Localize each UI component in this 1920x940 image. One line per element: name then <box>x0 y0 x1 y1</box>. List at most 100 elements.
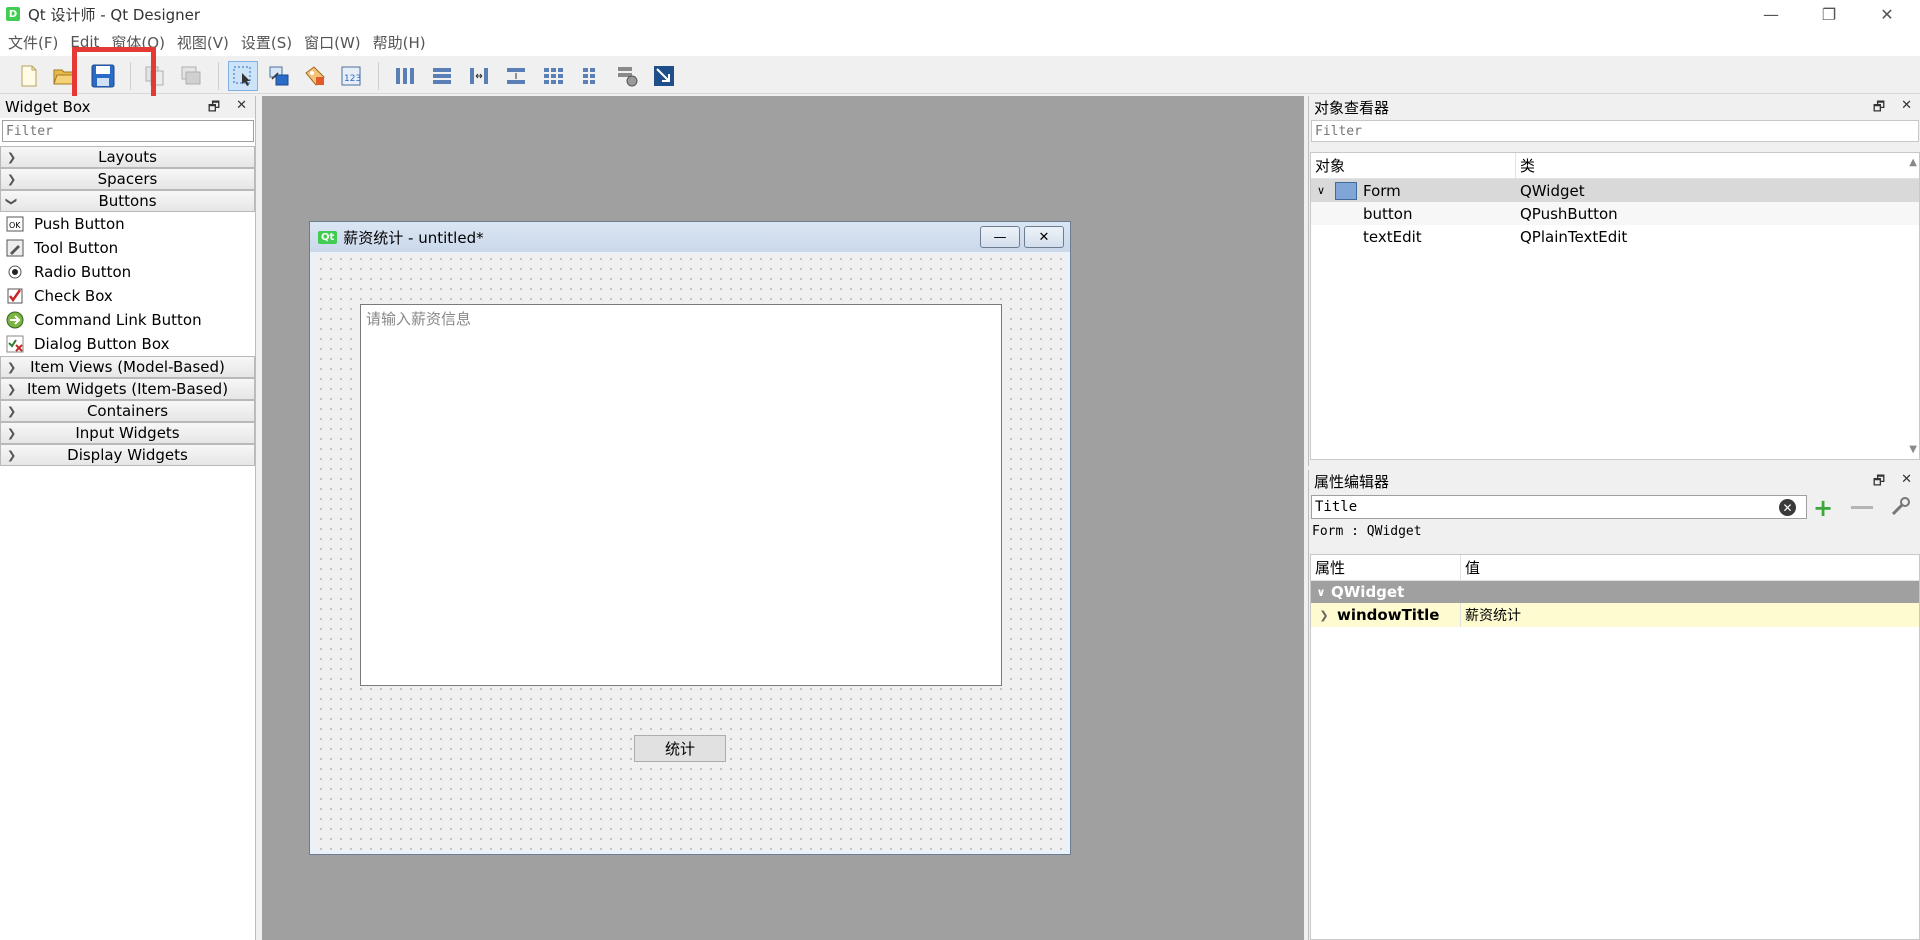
column-header-property[interactable]: 属性 <box>1311 555 1461 580</box>
adjust-size-icon[interactable] <box>649 61 679 91</box>
svg-text:OK: OK <box>9 221 21 230</box>
layout-vertical-icon[interactable] <box>427 61 457 91</box>
chevron-right-icon: ❯ <box>7 448 17 462</box>
menu-help[interactable]: 帮助(H) <box>367 32 432 53</box>
category-item-widgets[interactable]: ❯ Item Widgets (Item-Based) <box>0 378 255 400</box>
tree-row-textedit[interactable]: textEdit QPlainTextEdit <box>1311 225 1919 248</box>
radio-button-icon <box>6 263 24 281</box>
form-close-button[interactable]: ✕ <box>1024 226 1064 248</box>
cascade-icon[interactable] <box>176 61 206 91</box>
column-header-class[interactable]: 类 <box>1516 153 1535 178</box>
category-input-widgets[interactable]: ❯ Input Widgets <box>0 422 255 444</box>
menu-settings[interactable]: 设置(S) <box>235 32 298 53</box>
layout-form-icon[interactable] <box>575 61 605 91</box>
svg-text:123: 123 <box>344 74 361 84</box>
property-table-header: 属性 值 <box>1311 555 1919 581</box>
float-icon[interactable]: 🗗 <box>1873 472 1885 494</box>
break-layout-icon[interactable] <box>612 61 642 91</box>
check-box-icon <box>6 287 24 305</box>
add-property-icon[interactable]: + <box>1813 494 1833 522</box>
statistics-button[interactable]: 统计 <box>634 735 726 762</box>
form-widget-icon <box>1335 181 1357 200</box>
widget-item-label: Command Link Button <box>34 311 202 329</box>
main-toolbar: 123 <box>0 56 1920 94</box>
widget-dialog-button-box[interactable]: Dialog Button Box <box>0 332 255 356</box>
widget-check-box[interactable]: Check Box <box>0 284 255 308</box>
property-name: windowTitle <box>1337 606 1440 624</box>
widget-filter-input[interactable] <box>2 120 254 142</box>
category-containers[interactable]: ❯ Containers <box>0 400 255 422</box>
form-titlebar[interactable]: Qt 薪资统计 - untitled* — ✕ <box>310 222 1070 252</box>
close-icon[interactable]: ✕ <box>236 98 247 120</box>
category-spacers[interactable]: ❯ Spacers <box>0 168 255 190</box>
qt-designer-logo-icon: D <box>6 7 20 21</box>
edit-buddies-icon[interactable] <box>300 61 330 91</box>
widget-tool-button[interactable]: Tool Button <box>0 236 255 260</box>
property-value[interactable]: 薪资统计 <box>1461 603 1521 627</box>
widget-item-label: Check Box <box>34 287 113 305</box>
property-search-input[interactable]: Title <box>1311 495 1807 519</box>
category-label: Input Widgets <box>75 424 180 442</box>
form-preview-window[interactable]: Qt 薪资统计 - untitled* — ✕ 请输入薪资信息 统计 <box>309 221 1071 855</box>
layout-horizontal-splitter-icon[interactable] <box>464 61 494 91</box>
configure-icon[interactable] <box>1889 496 1913 522</box>
menu-file[interactable]: 文件(F) <box>2 32 64 53</box>
float-icon[interactable]: 🗗 <box>1873 98 1885 120</box>
qt-logo-icon: Qt <box>318 230 338 244</box>
form-minimize-button[interactable]: — <box>980 226 1020 248</box>
edit-widgets-icon[interactable] <box>228 61 258 91</box>
scroll-down-icon[interactable]: ▼ <box>1909 444 1917 455</box>
close-icon[interactable]: ✕ <box>1901 98 1912 120</box>
category-item-views[interactable]: ❯ Item Views (Model-Based) <box>0 356 255 378</box>
chevron-down-icon: ❯ <box>5 196 19 206</box>
widget-push-button[interactable]: OK Push Button <box>0 212 255 236</box>
category-display-widgets[interactable]: ❯ Display Widgets <box>0 444 255 466</box>
new-icon[interactable] <box>14 61 44 91</box>
minimize-button[interactable]: — <box>1748 0 1794 28</box>
remove-property-icon[interactable] <box>1851 506 1873 509</box>
form-design-canvas[interactable]: 请输入薪资信息 统计 <box>316 254 1064 850</box>
widget-item-label: Radio Button <box>34 263 132 281</box>
category-label: Spacers <box>97 170 158 188</box>
close-button[interactable]: ✕ <box>1864 0 1910 28</box>
category-label: Layouts <box>98 148 157 166</box>
widget-command-link-button[interactable]: Command Link Button <box>0 308 255 332</box>
restore-button[interactable]: ❐ <box>1806 0 1852 28</box>
category-label: Containers <box>86 402 169 420</box>
property-editor-titlebar: 属性编辑器 🗗 ✕ <box>1309 470 1920 492</box>
tree-row-button[interactable]: button QPushButton <box>1311 202 1919 225</box>
float-icon[interactable]: 🗗 <box>208 98 220 120</box>
layout-vertical-splitter-icon[interactable] <box>501 61 531 91</box>
tree-row-form[interactable]: ∨ Form QWidget <box>1311 179 1919 202</box>
edit-signals-slots-icon[interactable] <box>264 61 294 91</box>
close-icon[interactable]: ✕ <box>1901 472 1912 494</box>
clear-search-icon[interactable]: ✕ <box>1779 499 1796 516</box>
layout-horizontal-icon[interactable] <box>390 61 420 91</box>
widget-radio-button[interactable]: Radio Button <box>0 260 255 284</box>
text-edit-widget[interactable]: 请输入薪资信息 <box>360 304 1002 686</box>
object-filter-input[interactable] <box>1311 120 1919 142</box>
category-buttons[interactable]: ❯ Buttons <box>0 190 255 212</box>
widget-box-title: Widget Box <box>5 98 91 116</box>
scroll-up-icon[interactable]: ▲ <box>1909 157 1917 168</box>
object-tree: 对象 类 ∨ Form QWidget button QPushButton t… <box>1310 152 1920 460</box>
menu-window[interactable]: 窗口(W) <box>298 32 367 53</box>
group-label: QWidget <box>1331 583 1405 601</box>
column-header-object[interactable]: 对象 <box>1311 153 1516 178</box>
menu-view[interactable]: 视图(V) <box>171 32 235 53</box>
category-layouts[interactable]: ❯ Layouts <box>0 146 255 168</box>
object-tree-header: 对象 类 <box>1311 153 1919 179</box>
dialog-button-box-icon <box>6 335 24 353</box>
property-row-windowtitle[interactable]: ❯ windowTitle 薪资统计 <box>1311 603 1919 627</box>
chevron-right-icon: ❯ <box>7 426 17 440</box>
property-group-qwidget[interactable]: ∨ QWidget <box>1311 581 1919 603</box>
category-label: Buttons <box>98 192 157 210</box>
edit-tab-order-icon[interactable]: 123 <box>336 61 366 91</box>
widget-item-label: Tool Button <box>34 239 119 257</box>
chevron-right-icon[interactable]: ❯ <box>1311 609 1337 622</box>
column-header-value[interactable]: 值 <box>1461 555 1480 580</box>
chevron-down-icon[interactable]: ∨ <box>1311 184 1331 197</box>
chevron-down-icon[interactable]: ∨ <box>1311 586 1331 599</box>
layout-grid-icon[interactable] <box>538 61 568 91</box>
object-class: QWidget <box>1520 181 1585 200</box>
